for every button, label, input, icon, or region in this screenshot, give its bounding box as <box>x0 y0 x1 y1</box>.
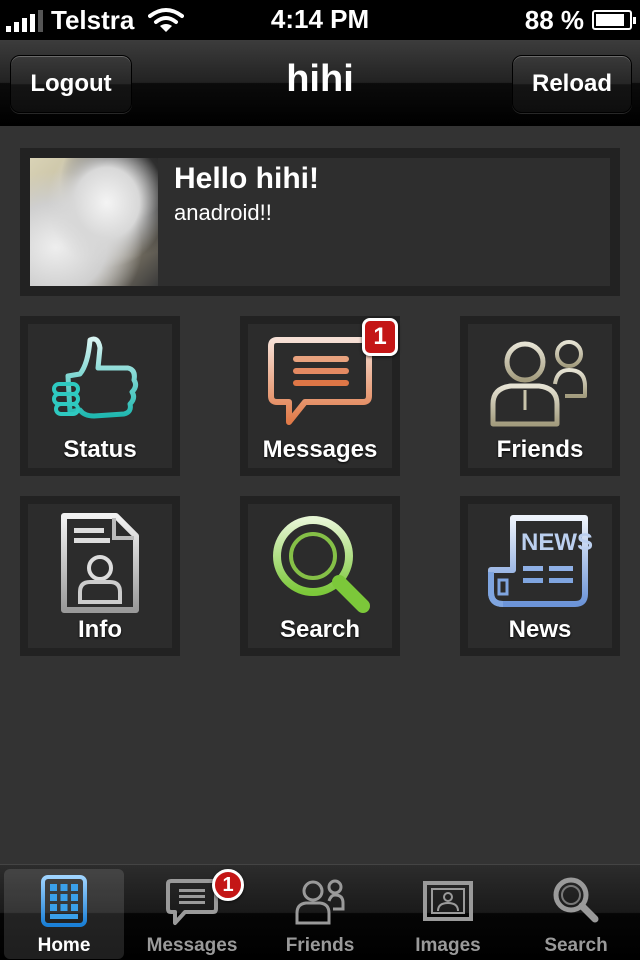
tab-images-label: Images <box>415 935 481 956</box>
tab-friends-label: Friends <box>285 935 355 956</box>
profile-card[interactable]: Hello hihi! anadroid!! <box>20 148 620 296</box>
magnifier-icon <box>553 877 599 923</box>
tab-images[interactable]: Images <box>388 869 508 959</box>
tile-status[interactable]: Status <box>20 316 180 476</box>
tile-info[interactable]: Info <box>20 496 180 656</box>
people-icon <box>490 340 587 427</box>
status-right: 88 % <box>524 0 636 40</box>
grid-icon <box>41 875 87 927</box>
tile-status-label: Status <box>63 436 137 463</box>
profile-subtitle: anadroid!! <box>174 200 272 225</box>
tab-messages-badge: 1 <box>212 869 244 901</box>
svg-text:NEWS: NEWS <box>521 529 593 556</box>
battery-fill <box>596 14 625 26</box>
tab-messages[interactable]: 1 Messages <box>132 869 252 959</box>
tile-news-label: News <box>508 616 572 643</box>
battery-percent: 88 % <box>524 4 584 35</box>
status-bar: Telstra 4:14 PM 88 % <box>0 0 640 40</box>
tile-messages[interactable]: 1 Messages <box>240 316 400 476</box>
tile-info-label: Info <box>78 616 122 643</box>
magnifier-icon <box>273 516 370 613</box>
tile-news-inner: NEWS News <box>468 504 612 648</box>
tile-friends-label: Friends <box>496 436 584 463</box>
speech-bubble-icon <box>166 879 218 925</box>
tab-bar: Home 1 Messages Friends Images Search <box>0 864 640 960</box>
profile-greeting: Hello hihi! <box>174 162 319 195</box>
tab-messages-label: Messages <box>146 935 238 956</box>
tab-search-label: Search <box>544 935 608 956</box>
tile-messages-label: Messages <box>262 436 378 463</box>
tile-search[interactable]: Search <box>240 496 400 656</box>
people-icon <box>295 879 345 925</box>
tab-home[interactable]: Home <box>4 869 124 959</box>
avatar <box>30 158 158 286</box>
profile-text: Hello hihi! anadroid!! <box>158 158 319 286</box>
tab-search[interactable]: Search <box>516 869 636 959</box>
thumbs-up-icon <box>52 336 139 419</box>
main-content: Hello hihi! anadroid!! Status 1 Messages… <box>0 126 640 864</box>
battery-icon <box>592 10 636 30</box>
tile-friends[interactable]: Friends <box>460 316 620 476</box>
tile-friends-inner: Friends <box>468 324 612 468</box>
tab-friends[interactable]: Friends <box>260 869 380 959</box>
reload-button[interactable]: Reload <box>512 55 632 113</box>
tile-news[interactable]: NEWS News <box>460 496 620 656</box>
tab-home-label: Home <box>37 935 91 956</box>
profile-card-inner: Hello hihi! anadroid!! <box>30 158 610 286</box>
navigation-bar: Logout hihi Reload <box>0 40 640 126</box>
tile-status-inner: Status <box>28 324 172 468</box>
tile-search-inner: Search <box>248 504 392 648</box>
profile-document-icon <box>61 513 139 613</box>
picture-frame-icon <box>423 881 473 921</box>
tile-messages-badge: 1 <box>362 318 398 356</box>
tile-search-label: Search <box>279 616 361 643</box>
tile-messages-inner: 1 Messages <box>248 318 398 468</box>
newspaper-icon: NEWS <box>488 515 593 607</box>
speech-bubble-icon <box>268 337 372 425</box>
tile-info-inner: Info <box>28 504 172 648</box>
